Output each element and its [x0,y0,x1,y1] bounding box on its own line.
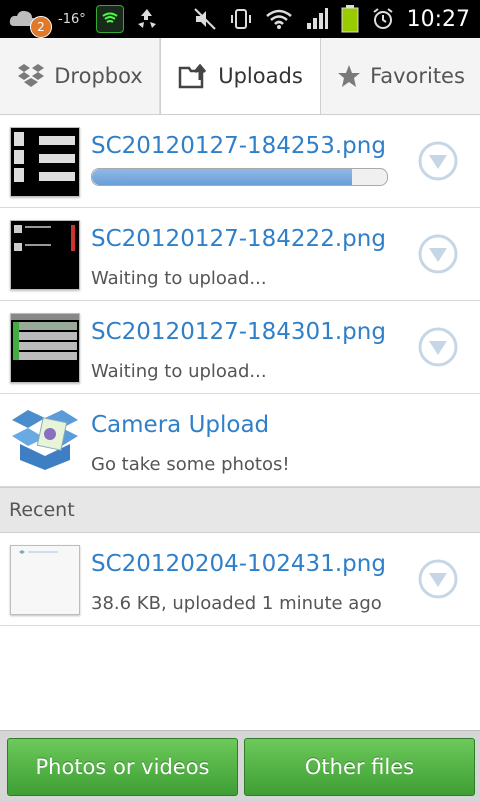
chevron-down-icon[interactable] [417,233,459,275]
status-bar: 2 -16° 10:27 [0,0,480,38]
chevron-down-icon[interactable] [417,326,459,368]
file-thumbnail [10,545,80,615]
wifi-icon [265,9,292,29]
vibrate-icon [230,9,251,29]
upload-folder-icon [178,63,207,89]
mute-icon [193,8,216,30]
camera-upload-row[interactable]: Camera Upload Go take some photos! [0,394,480,487]
signal-icon [306,8,328,29]
upload-row[interactable]: SC20120127-184253.png [0,115,480,208]
battery-icon [341,5,359,33]
chevron-down-icon[interactable] [417,558,459,600]
tab-favorites[interactable]: Favorites [321,38,480,114]
upload-row[interactable]: SC20120127-184301.png Waiting to upload.… [0,301,480,394]
tab-dropbox[interactable]: Dropbox [0,38,160,114]
file-name: SC20120127-184301.png [91,319,386,345]
tab-dropbox-label: Dropbox [54,64,143,88]
temperature-text: -16° [58,11,86,27]
upload-status: Waiting to upload... [91,268,267,289]
bottom-action-bar: Photos or videos Other files [0,730,480,801]
uploads-list: SC20120127-184253.png SC20120127-184222.… [0,115,480,626]
file-info: 38.6 KB, uploaded 1 minute ago [91,593,382,614]
file-thumbnail [10,313,80,383]
upload-progress-fill [92,169,352,185]
tab-uploads-label: Uploads [218,64,303,88]
clock-time: 10:27 [406,6,470,32]
tab-bar: Dropbox Uploads Favorites [0,38,480,115]
star-icon [338,65,361,87]
file-name: SC20120204-102431.png [91,551,386,577]
camera-upload-box-icon [12,410,78,470]
photos-videos-button[interactable]: Photos or videos [7,738,238,796]
file-name: SC20120127-184253.png [91,133,386,159]
other-files-button[interactable]: Other files [244,738,475,796]
status-left: 2 -16° [8,0,160,38]
tab-uploads[interactable]: Uploads [160,38,321,114]
upload-progress-bar [91,168,388,186]
dropbox-icon [18,64,45,87]
tab-favorites-label: Favorites [370,64,465,88]
section-header-recent: Recent [0,487,480,533]
camera-upload-title: Camera Upload [91,412,270,438]
chevron-down-icon[interactable] [417,140,459,182]
security-shield-icon [95,5,124,33]
status-right: 10:27 [193,0,470,38]
notification-badge: 2 [30,16,52,38]
recycle-icon [137,9,156,28]
upload-row[interactable]: SC20120127-184222.png Waiting to upload.… [0,208,480,301]
recent-row[interactable]: SC20120204-102431.png 38.6 KB, uploaded … [0,533,480,626]
camera-upload-subtitle: Go take some photos! [91,454,290,475]
upload-status: Waiting to upload... [91,361,267,382]
file-name: SC20120127-184222.png [91,226,386,252]
alarm-icon [372,8,393,29]
file-thumbnail [10,127,80,197]
file-thumbnail [10,220,80,290]
